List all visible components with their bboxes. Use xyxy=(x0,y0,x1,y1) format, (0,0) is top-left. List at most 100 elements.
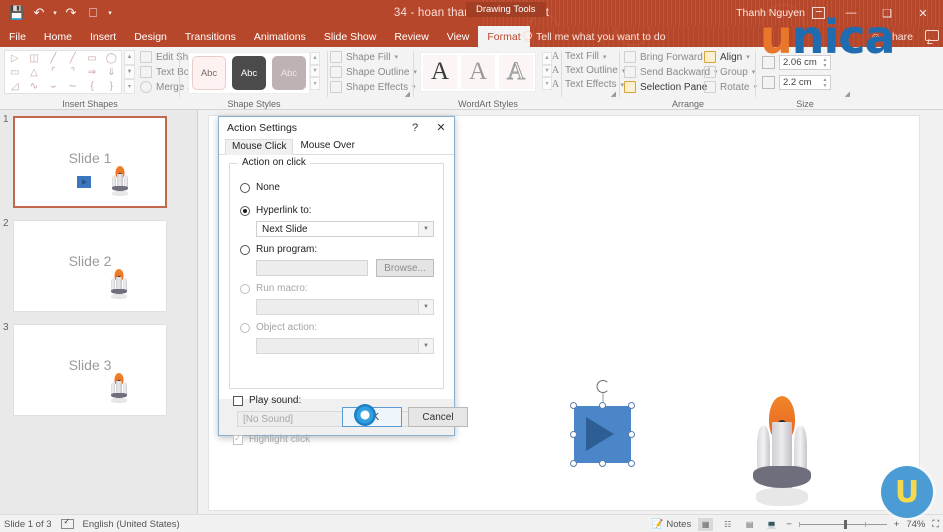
group-button[interactable]: Group ▾ xyxy=(704,66,757,78)
shape-rectangle[interactable]: ▭ xyxy=(82,51,101,65)
text-outline-button[interactable]: A Text Outline ▾ xyxy=(550,65,625,76)
shape-rounded-rect[interactable]: ▭ xyxy=(5,65,24,79)
notes-button[interactable]: 📝 Notes xyxy=(652,519,692,530)
chevron-down-icon[interactable]: ▾ xyxy=(394,53,398,61)
text-effects-button[interactable]: A Text Effects ▾ xyxy=(550,79,625,90)
slide-thumbnail-1[interactable]: Slide 1 xyxy=(13,116,167,208)
shape-width-stepper[interactable]: ▲ ▼ xyxy=(821,77,829,89)
dialog-title-buttons[interactable]: ? ✕ xyxy=(402,117,454,138)
shape-elbow-arrow[interactable]: ⌝ xyxy=(63,65,82,79)
tell-me-search[interactable]: Tell me what you want to do xyxy=(522,26,666,47)
tab-animations[interactable]: Animations xyxy=(245,26,315,47)
wordart-dialog-launcher[interactable]: ◢ xyxy=(611,90,616,98)
language-indicator[interactable]: English (United States) xyxy=(83,519,180,530)
slide-thumbnail-3[interactable]: Slide 3 xyxy=(13,324,167,416)
redo-icon[interactable]: ↷ xyxy=(60,2,82,24)
dialog-tabs[interactable]: Mouse Click Mouse Over xyxy=(219,138,454,155)
selection-handle-sw[interactable] xyxy=(570,460,577,467)
comments-icon[interactable] xyxy=(925,30,939,41)
action-settings-dialog[interactable]: Action Settings ? ✕ Mouse Click Mouse Ov… xyxy=(218,116,468,445)
tab-review[interactable]: Review xyxy=(385,26,437,47)
hyperlink-target-combobox[interactable]: Next Slide ▼ xyxy=(256,221,434,237)
minimize-button[interactable]: — xyxy=(833,0,869,26)
play-sound-checkbox[interactable] xyxy=(233,395,243,406)
tab-design[interactable]: Design xyxy=(125,26,176,47)
reading-view-button[interactable]: ▤ xyxy=(742,518,757,531)
slide-thumbnail-pane[interactable]: 1 Slide 1 2 Slide 2 3 Slide 3 xyxy=(0,110,198,514)
radio-none[interactable]: None xyxy=(240,182,280,193)
size-dialog-launcher[interactable]: ◢ xyxy=(845,90,850,98)
slideshow-view-button[interactable]: 💻 xyxy=(764,518,779,531)
chevron-down-icon[interactable]: ▼ xyxy=(418,222,433,236)
shape-action-button[interactable]: ▷ xyxy=(5,51,24,65)
shape-curve[interactable]: ∼ xyxy=(63,79,82,93)
run-program-input[interactable] xyxy=(256,260,368,276)
account-area[interactable]: Thanh Nguyen xyxy=(736,0,825,26)
dialog-close-button[interactable]: ✕ xyxy=(428,117,454,138)
selection-handle-e[interactable] xyxy=(628,431,635,438)
selection-handle-s[interactable] xyxy=(599,460,606,467)
action-button-forward-shape[interactable] xyxy=(570,380,635,467)
shape-style-dark[interactable]: Abc xyxy=(232,56,266,90)
wordart-style-gray[interactable]: A xyxy=(461,55,495,89)
selection-handle-se[interactable] xyxy=(628,460,635,467)
zoom-slider-thumb[interactable] xyxy=(843,519,847,529)
radio-hyperlink-to[interactable]: Hyperlink to: xyxy=(240,205,312,216)
slide-sorter-view-button[interactable]: ☷ xyxy=(720,518,735,531)
window-buttons[interactable]: — ❑ ✕ xyxy=(833,0,941,26)
tab-file[interactable]: File xyxy=(0,26,35,47)
tab-view[interactable]: View xyxy=(438,26,479,47)
dialog-help-button[interactable]: ? xyxy=(402,117,428,138)
shape-style-medium[interactable]: Abc xyxy=(272,56,306,90)
slide-indicator[interactable]: Slide 1 of 3 xyxy=(4,519,52,530)
shape-oval[interactable]: ◯ xyxy=(102,51,121,65)
style-scroll-up-icon[interactable]: ▲ xyxy=(310,52,320,65)
radio-none-indicator[interactable] xyxy=(240,182,250,193)
shape-style-light[interactable]: Abc xyxy=(192,56,226,90)
shape-triangle[interactable]: △ xyxy=(24,65,43,79)
radio-run-program[interactable]: Run program: xyxy=(240,244,317,255)
selection-handle-w[interactable] xyxy=(570,431,577,438)
shape-width-input[interactable]: 2.2 cm ▲ ▼ xyxy=(779,75,831,90)
shape-text-box[interactable]: ◫ xyxy=(24,51,43,65)
rotation-handle[interactable] xyxy=(596,380,609,393)
radio-run-program-indicator[interactable] xyxy=(240,244,250,255)
shape-outline-button[interactable]: Shape Outline ▾ xyxy=(330,66,417,78)
shape-scribble[interactable]: ∿ xyxy=(24,79,43,93)
shape-left-brace[interactable]: { xyxy=(82,79,101,93)
shape-right-brace[interactable]: } xyxy=(102,79,121,93)
shapes-gallery-scroll[interactable]: ▲ ▼ ▾ xyxy=(124,50,135,95)
tab-transitions[interactable]: Transitions xyxy=(176,26,245,47)
rocket-image[interactable] xyxy=(749,396,815,506)
zoom-in-button[interactable]: + xyxy=(894,519,900,530)
account-switch-icon[interactable] xyxy=(812,7,825,19)
shape-styles-scroll[interactable]: ▲ ▼ ▾ xyxy=(310,52,320,91)
wordart-style-filled[interactable]: A xyxy=(423,55,457,89)
shape-styles-gallery[interactable]: Abc Abc Abc xyxy=(188,52,310,94)
radio-hyperlink-indicator[interactable] xyxy=(240,205,250,216)
tab-slide-show[interactable]: Slide Show xyxy=(315,26,386,47)
ribbon-tabs[interactable]: File Home Insert Design Transitions Anim… xyxy=(0,26,530,47)
undo-icon[interactable]: ↶ xyxy=(28,2,50,24)
zoom-level[interactable]: 74% xyxy=(906,519,925,530)
selection-handle-ne[interactable] xyxy=(628,402,635,409)
zoom-slider[interactable] xyxy=(798,519,887,529)
shape-freeform[interactable]: ◿ xyxy=(5,79,24,93)
restore-button[interactable]: ❑ xyxy=(869,0,905,26)
dialog-tab-mouse-click[interactable]: Mouse Click xyxy=(225,139,294,155)
shape-height-stepper[interactable]: ▲ ▼ xyxy=(821,57,829,69)
quick-access-toolbar[interactable]: 💾 ↶ ▾ ↷ ⎕ ▾ xyxy=(0,0,116,26)
shapes-gallery[interactable]: ▷ ◫ ╱ ╱ ▭ ◯ ▭ △ ⌜ ⌝ ⇒ ⇓ ◿ ∿ ⌣ ∼ { } xyxy=(4,50,122,94)
zoom-out-button[interactable]: − xyxy=(786,519,792,530)
align-button[interactable]: Align ▾ xyxy=(704,51,757,63)
shape-elbow-connector[interactable]: ⌜ xyxy=(44,65,63,79)
dialog-tab-mouse-over[interactable]: Mouse Over xyxy=(293,138,361,154)
shape-line[interactable]: ╱ xyxy=(44,51,63,65)
slide-thumbnail-2[interactable]: Slide 2 xyxy=(13,220,167,312)
shape-height-input[interactable]: 2.06 cm ▲ ▼ xyxy=(779,55,831,70)
selection-handle-nw[interactable] xyxy=(570,402,577,409)
wordart-style-outline[interactable]: A xyxy=(499,55,533,89)
fit-to-window-button[interactable]: ⛶ xyxy=(932,519,939,530)
gallery-scroll-up-icon[interactable]: ▲ xyxy=(124,50,135,65)
tab-insert[interactable]: Insert xyxy=(81,26,125,47)
